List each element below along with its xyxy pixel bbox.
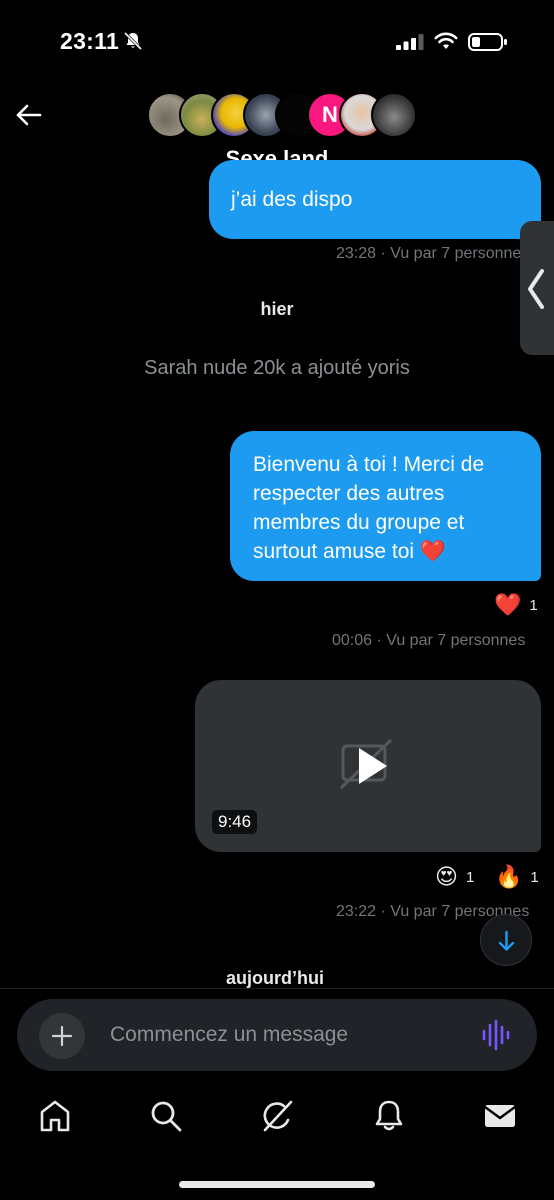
home-icon[interactable]: [37, 1098, 73, 1134]
reaction-count: 1: [465, 868, 475, 886]
bell-muted-icon: [123, 31, 143, 51]
message-meta: 00:06 · Vu par 7 personnes: [332, 632, 526, 649]
group-avatars[interactable]: N: [147, 92, 417, 138]
sent-message-bubble[interactable]: Bienvenu à toi ! Merci de respecter des …: [230, 431, 541, 581]
reaction-count: 1: [529, 596, 538, 614]
back-arrow-icon[interactable]: [14, 100, 44, 130]
voice-message-icon[interactable]: [481, 1019, 511, 1051]
message-composer: [17, 999, 537, 1071]
signal-icon: [396, 34, 424, 50]
day-separator: hier: [260, 299, 294, 319]
add-attachment-button[interactable]: [39, 1013, 85, 1059]
video-duration: 9:46: [212, 810, 258, 834]
system-message: Sarah nude 20k a ajouté yoris: [144, 357, 410, 379]
reaction-heart-eyes[interactable]: 😍 1: [435, 864, 474, 890]
home-indicator[interactable]: [179, 1181, 375, 1188]
messages-icon[interactable]: [482, 1098, 518, 1134]
arrow-down-icon: [498, 930, 515, 951]
status-time: 23:11: [60, 28, 120, 54]
wifi-icon: [434, 32, 458, 49]
battery-icon: [468, 33, 507, 51]
day-separator: aujourd’hui: [226, 968, 324, 988]
reaction-emoji: 😍: [435, 864, 458, 889]
scroll-to-bottom-button[interactable]: [480, 914, 532, 966]
avatar: [371, 92, 417, 138]
video-message[interactable]: 9:46: [195, 680, 541, 852]
message-text: Bienvenu à toi ! Merci de respecter des …: [253, 453, 485, 563]
reaction-emoji: ❤️: [494, 592, 522, 617]
reaction-heart[interactable]: ❤️ 1: [494, 592, 538, 618]
notifications-icon[interactable]: [371, 1098, 407, 1134]
play-icon[interactable]: [333, 736, 403, 796]
side-panel-handle[interactable]: [520, 221, 554, 355]
reaction-fire[interactable]: 🔥 1: [495, 864, 539, 890]
sent-message-bubble[interactable]: j’ai des dispo: [209, 160, 541, 239]
message-meta: 23:28 · Vu par 7 personnes: [336, 245, 530, 262]
plus-icon: [51, 1025, 73, 1047]
reaction-emoji: 🔥: [495, 864, 523, 889]
message-text: j’ai des dispo: [231, 188, 353, 211]
reaction-count: 1: [530, 868, 539, 886]
message-input[interactable]: [110, 1017, 460, 1053]
grok-icon[interactable]: [259, 1098, 295, 1134]
search-icon[interactable]: [148, 1098, 184, 1134]
